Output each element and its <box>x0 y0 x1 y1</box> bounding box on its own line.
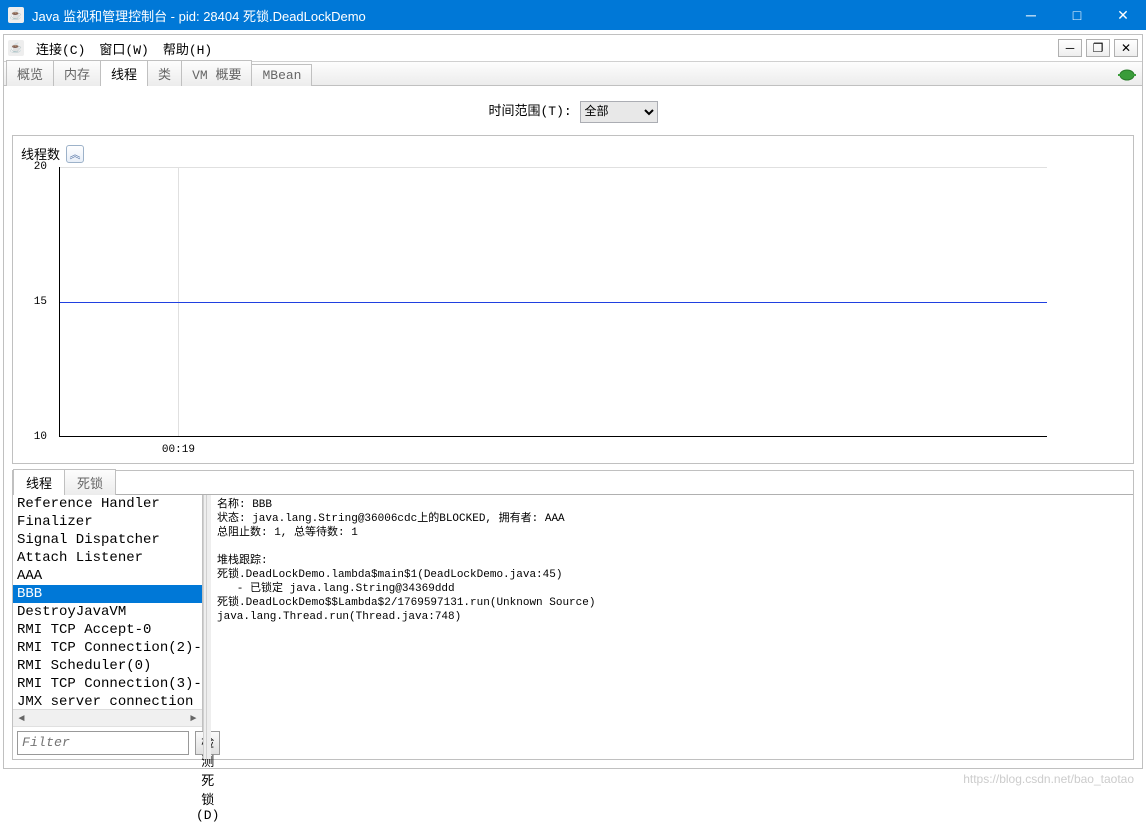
thread-item[interactable]: Reference Handler <box>13 495 202 513</box>
thread-item[interactable]: BBB <box>13 585 202 603</box>
thread-item[interactable]: RMI TCP Accept-0 <box>13 621 202 639</box>
subtab-deadlocks[interactable]: 死锁 <box>64 469 116 495</box>
thread-item[interactable]: Signal Dispatcher <box>13 531 202 549</box>
minimize-button[interactable]: ─ <box>1008 0 1054 30</box>
chart-canvas: 20 15 10 00:19 峰值 15 活动线程 15 <box>51 167 1125 437</box>
close-button[interactable]: ✕ <box>1100 0 1146 30</box>
collapse-chart-button[interactable]: ︽ <box>66 145 84 163</box>
tab-classes[interactable]: 类 <box>147 60 182 86</box>
thread-item[interactable]: DestroyJavaVM <box>13 603 202 621</box>
titlebar: ☕ Java 监视和管理控制台 - pid: 28404 死锁.DeadLock… <box>0 0 1146 30</box>
menu-connect[interactable]: 连接(C) <box>30 36 91 61</box>
scroll-left-icon[interactable]: ◄ <box>13 710 30 727</box>
time-range-select[interactable]: 全部 <box>580 101 658 123</box>
chart-section: 线程数 ︽ 20 15 10 00:19 峰值 15 <box>12 135 1134 464</box>
watermark: https://blog.csdn.net/bao_taotao <box>963 772 1134 786</box>
connection-status-icon <box>1118 68 1136 82</box>
ytick: 10 <box>34 431 47 443</box>
scroll-right-icon[interactable]: ► <box>185 710 202 727</box>
tab-overview[interactable]: 概览 <box>6 60 54 86</box>
ytick: 20 <box>34 161 47 173</box>
thread-list[interactable]: Reference HandlerFinalizerSignal Dispatc… <box>13 495 202 709</box>
xtick: 00:19 <box>162 444 195 456</box>
ytick: 15 <box>34 296 47 308</box>
time-range-label: 时间范围(T): <box>488 104 571 119</box>
tab-memory[interactable]: 内存 <box>53 60 101 86</box>
thread-item[interactable]: AAA <box>13 567 202 585</box>
menu-help[interactable]: 帮助(H) <box>157 36 218 61</box>
thread-item[interactable]: RMI TCP Connection(3)- <box>13 675 202 693</box>
tab-threads[interactable]: 线程 <box>100 60 148 86</box>
inner-close-button[interactable]: ✕ <box>1114 39 1138 57</box>
inner-restore-button[interactable]: ❐ <box>1086 39 1110 57</box>
inner-frame: ☕ 连接(C) 窗口(W) 帮助(H) ─ ❐ ✕ 概览 内存 线程 类 VM … <box>3 34 1143 769</box>
thread-item[interactable]: Attach Listener <box>13 549 202 567</box>
thread-item[interactable]: Finalizer <box>13 513 202 531</box>
maximize-button[interactable]: □ <box>1054 0 1100 30</box>
tab-mbean[interactable]: MBean <box>251 64 312 86</box>
subtab-threads[interactable]: 线程 <box>13 469 65 495</box>
thread-item[interactable]: RMI TCP Connection(2)- <box>13 639 202 657</box>
time-range-row: 时间范围(T): 全部 <box>12 94 1134 135</box>
filter-input[interactable] <box>17 731 189 755</box>
chart-line <box>60 302 1047 303</box>
window-title: Java 监视和管理控制台 - pid: 28404 死锁.DeadLockDe… <box>32 6 1008 25</box>
menu-window[interactable]: 窗口(W) <box>93 36 154 61</box>
thread-item[interactable]: RMI Scheduler(0) <box>13 657 202 675</box>
threads-panel: 线程 死锁 Reference HandlerFinalizerSignal D… <box>12 470 1134 760</box>
thread-item[interactable]: JMX server connection <box>13 693 202 709</box>
inner-minimize-button[interactable]: ─ <box>1058 39 1082 57</box>
main-tabstrip: 概览 内存 线程 类 VM 概要 MBean <box>4 62 1142 86</box>
thread-list-hscroll[interactable]: ◄ ► <box>13 709 202 726</box>
java-icon-small: ☕ <box>8 40 24 56</box>
java-icon: ☕ <box>8 7 24 23</box>
thread-detail: 名称: BBB 状态: java.lang.String@36006cdc上的B… <box>207 495 1133 759</box>
tab-vm[interactable]: VM 概要 <box>181 60 252 86</box>
